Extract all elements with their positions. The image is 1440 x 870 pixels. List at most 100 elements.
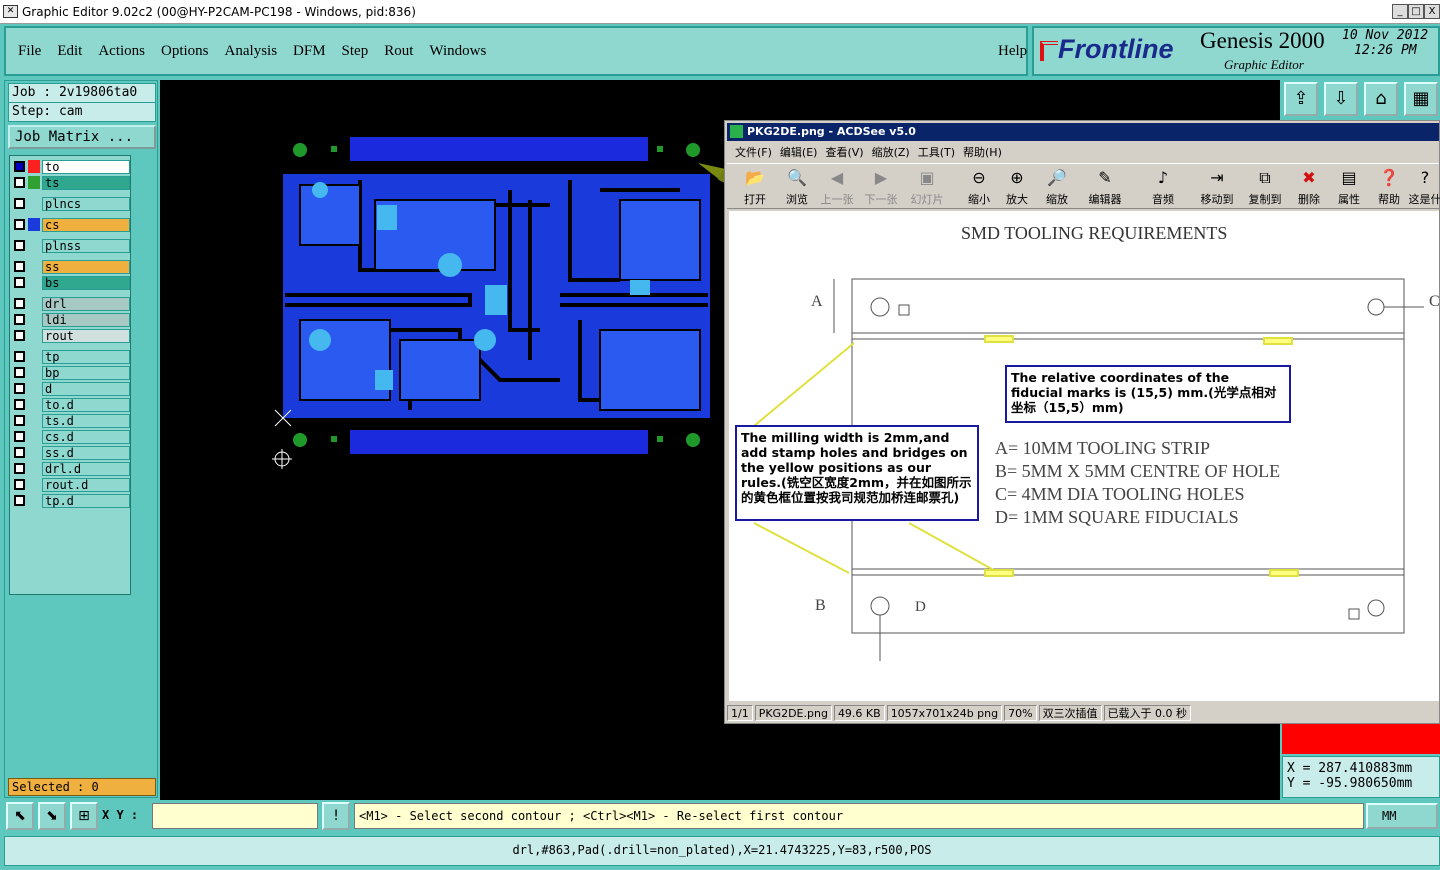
menu-rout[interactable]: Rout <box>384 43 413 60</box>
acdsee-tool-whatsthis-button[interactable]: ? 这是什 <box>1403 166 1440 208</box>
layer-checkbox[interactable] <box>14 219 25 230</box>
layer-row-ldi[interactable]: ldi <box>14 312 130 327</box>
layer-checkbox[interactable] <box>14 261 25 272</box>
menu-step[interactable]: Step <box>342 43 369 60</box>
layer-name[interactable]: drl <box>42 296 130 311</box>
layer-name[interactable]: to.d <box>42 397 130 412</box>
close-button[interactable]: X <box>1424 4 1440 19</box>
layer-name[interactable]: ss.d <box>42 445 130 460</box>
layer-checkbox[interactable] <box>14 399 25 410</box>
layer-checkbox[interactable] <box>14 351 25 362</box>
layer-name[interactable]: ts.d <box>42 413 130 428</box>
layer-color-swatch[interactable] <box>28 366 40 379</box>
acdsee-tool-move-button[interactable]: ⇥ 移动到 <box>1195 166 1239 208</box>
layer-color-swatch[interactable] <box>28 218 40 231</box>
layer-row-bp[interactable]: bp <box>14 365 130 380</box>
layer-color-swatch[interactable] <box>28 446 40 459</box>
acdsee-tool-properties-button[interactable]: ▤ 属性 <box>1327 166 1371 208</box>
layer-row-ts-d[interactable]: ts.d <box>14 413 130 428</box>
layer-name[interactable]: rout.d <box>42 477 130 492</box>
menu-file[interactable]: File <box>18 43 41 60</box>
layer-checkbox[interactable] <box>14 314 25 325</box>
layer-checkbox[interactable] <box>14 383 25 394</box>
menu-edit[interactable]: Edit <box>57 43 82 60</box>
layer-checkbox[interactable] <box>14 447 25 458</box>
layer-row-to[interactable]: to <box>14 159 130 174</box>
layer-checkbox[interactable] <box>14 463 25 474</box>
job-matrix-button[interactable]: Job Matrix ... <box>8 125 156 149</box>
layer-row-rout[interactable]: rout <box>14 328 130 343</box>
layer-checkbox[interactable] <box>14 240 25 251</box>
layer-checkbox[interactable] <box>14 277 25 288</box>
maximize-button[interactable]: □ <box>1408 4 1424 19</box>
acdsee-menu-item[interactable]: 查看(V) <box>825 144 863 160</box>
layer-row-plnss[interactable]: plnss <box>14 238 130 253</box>
layer-color-swatch[interactable] <box>28 462 40 475</box>
layer-row-ss[interactable]: ss <box>14 259 130 274</box>
layer-row-cs-d[interactable]: cs.d <box>14 429 130 444</box>
menu-help[interactable]: Help <box>998 43 1027 60</box>
units-selector[interactable]: MM <box>1366 803 1438 829</box>
layer-row-drl[interactable]: drl <box>14 296 130 311</box>
layer-name[interactable]: cs <box>42 217 130 232</box>
acdsee-window[interactable]: PKG2DE.png - ACDSee v5.0 文件(F) 编辑(E) 查看(V)… <box>724 120 1440 724</box>
acdsee-menu-item[interactable]: 帮助(H) <box>963 144 1002 160</box>
window-layout-icon[interactable]: ▦ <box>1404 82 1438 116</box>
layer-color-swatch[interactable] <box>28 297 40 310</box>
layer-checkbox[interactable] <box>14 495 25 506</box>
layer-row-tp[interactable]: tp <box>14 349 130 364</box>
layer-checkbox[interactable] <box>14 479 25 490</box>
layer-name[interactable]: plnss <box>42 238 130 253</box>
layer-color-swatch[interactable] <box>28 478 40 491</box>
layer-row-bs[interactable]: bs <box>14 275 130 290</box>
acdsee-tool-zoom-button[interactable]: 🔎 缩放 <box>1035 166 1079 208</box>
layer-checkbox[interactable] <box>14 431 25 442</box>
layer-row-d[interactable]: d <box>14 381 130 396</box>
layer-name[interactable]: cs.d <box>42 429 130 444</box>
acdsee-tool-slideshow-button[interactable]: ▣ 幻灯片 <box>905 166 949 208</box>
info-icon[interactable]: ! <box>322 802 350 830</box>
layer-name[interactable]: to <box>42 159 130 174</box>
layer-row-to-d[interactable]: to.d <box>14 397 130 412</box>
layer-color-swatch[interactable] <box>28 430 40 443</box>
acdsee-tool-folder-button[interactable]: 📂 打开 <box>733 166 777 208</box>
layer-color-swatch[interactable] <box>28 313 40 326</box>
menu-windows[interactable]: Windows <box>429 43 486 60</box>
layer-name[interactable]: drl.d <box>42 461 130 476</box>
acdsee-tool-delete-button[interactable]: ✖ 删除 <box>1287 166 1331 208</box>
layer-checkbox[interactable] <box>14 367 25 378</box>
layer-checkbox[interactable] <box>14 415 25 426</box>
layer-color-swatch[interactable] <box>28 329 40 342</box>
layer-checkbox[interactable] <box>14 177 25 188</box>
acdsee-menu-item[interactable]: 文件(F) <box>735 144 772 160</box>
layer-color-swatch[interactable] <box>28 382 40 395</box>
menu-analysis[interactable]: Analysis <box>225 43 278 60</box>
layer-color-swatch[interactable] <box>28 260 40 273</box>
acdsee-tool-copy-button[interactable]: ⧉ 复制到 <box>1243 166 1287 208</box>
acdsee-tool-next-button[interactable]: ▶ 下一张 <box>859 166 903 208</box>
layer-color-swatch[interactable] <box>28 239 40 252</box>
layer-checkbox[interactable] <box>14 198 25 209</box>
acdsee-menu-item[interactable]: 工具(T) <box>918 144 955 160</box>
acdsee-tool-prev-button[interactable]: ◀ 上一张 <box>815 166 859 208</box>
layer-checkbox[interactable] <box>14 298 25 309</box>
layer-row-ss-d[interactable]: ss.d <box>14 445 130 460</box>
layer-row-tp-d[interactable]: tp.d <box>14 493 130 508</box>
layer-name[interactable]: bs <box>42 275 130 290</box>
layer-color-swatch[interactable] <box>28 398 40 411</box>
grid-icon[interactable]: ⊞ <box>70 802 98 830</box>
acdsee-menu-item[interactable]: 编辑(E) <box>780 144 818 160</box>
measure-icon[interactable]: ⬊ <box>38 802 66 830</box>
zoom-home-icon[interactable]: ⇪ <box>1284 82 1318 116</box>
acdsee-image-view[interactable]: SMD TOOLING REQUIREMENTS A B C D The rel… <box>729 211 1439 701</box>
layer-row-cs[interactable]: cs <box>14 217 130 232</box>
layer-color-swatch[interactable] <box>28 176 40 189</box>
layer-color-swatch[interactable] <box>28 350 40 363</box>
acdsee-tool-zoom-in-button[interactable]: ⊕ 放大 <box>995 166 1039 208</box>
acdsee-tool-browse-button[interactable]: 🔍 浏览 <box>775 166 819 208</box>
layer-name[interactable]: plncs <box>42 196 130 211</box>
layer-color-swatch[interactable] <box>28 197 40 210</box>
layer-name[interactable]: ldi <box>42 312 130 327</box>
layer-color-swatch[interactable] <box>28 276 40 289</box>
acdsee-tool-editor-button[interactable]: ✎ 编辑器 <box>1083 166 1127 208</box>
